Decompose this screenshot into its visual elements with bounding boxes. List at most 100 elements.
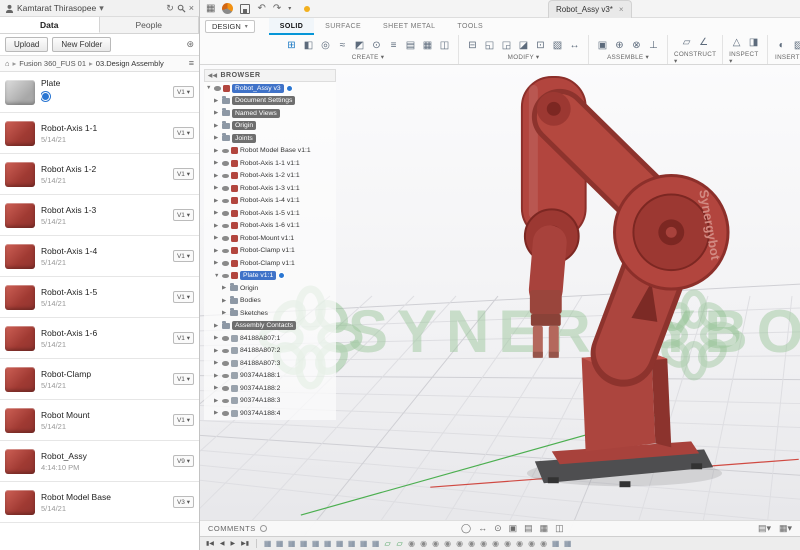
revolve-icon[interactable]: ◎ (318, 38, 333, 53)
apps-grid-icon[interactable]: ▦ (206, 4, 215, 14)
browser-row[interactable]: ▶Robot-Axis 1-6 v1:1 (204, 220, 336, 233)
shell-icon[interactable]: ◲ (499, 38, 514, 53)
timeline-skip-end-icon[interactable]: ▶▮ (239, 541, 251, 547)
tab-people[interactable]: People (100, 17, 200, 33)
timeline-component-icon[interactable]: ▦ (298, 538, 309, 549)
version-badge[interactable]: V3 ▾ (173, 496, 194, 508)
chevron-down-icon[interactable]: ▾ (99, 4, 104, 13)
version-badge[interactable]: V1 ▾ (173, 373, 194, 385)
timeline-component-icon[interactable]: ▦ (562, 538, 573, 549)
timeline-joint-icon[interactable]: ◉ (538, 538, 549, 549)
list-item[interactable]: Robot Mount5/14/21V1 ▾ (0, 400, 199, 441)
eye-icon[interactable] (214, 86, 221, 91)
version-badge[interactable]: V1 ▾ (173, 209, 194, 221)
timeline-component-icon[interactable]: ▦ (286, 538, 297, 549)
move-icon[interactable]: ↔ (567, 38, 582, 53)
ribbon-tab-solid[interactable]: SOLID (269, 18, 314, 35)
version-badge[interactable]: V1 ▾ (173, 414, 194, 426)
measure-icon[interactable]: △ (729, 35, 744, 50)
close-panel-icon[interactable]: × (189, 4, 194, 13)
thread-icon[interactable]: ≡ (386, 38, 401, 53)
timeline-component-icon[interactable]: ▦ (346, 538, 357, 549)
timeline-component-icon[interactable]: ▦ (550, 538, 561, 549)
eye-icon[interactable] (222, 399, 229, 404)
eye-icon[interactable] (222, 186, 229, 191)
fusion-logo[interactable] (222, 3, 233, 14)
eye-icon[interactable] (222, 336, 229, 341)
redo-dropdown-icon[interactable]: ▾ (288, 6, 291, 12)
list-item[interactable]: Robot-Axis 1-55/14/21V1 ▾ (0, 277, 199, 318)
workspace-dropdown[interactable]: DESIGN ▾ (205, 20, 255, 33)
browser-row[interactable]: ▼Plate v1:1 (204, 270, 336, 283)
as-built-joint-icon[interactable]: ⊗ (629, 38, 644, 53)
chevron-right-icon[interactable]: ▶ (214, 123, 220, 129)
browser-row[interactable]: ▶84188A807:1 (204, 332, 336, 345)
chevron-right-icon[interactable]: ▶ (222, 298, 228, 304)
chevron-down-icon[interactable]: ▼ (214, 273, 220, 279)
chevron-down-icon[interactable]: ▼ (206, 85, 212, 91)
breadcrumb-project[interactable]: Fusion 360_FUS 01 (19, 59, 86, 68)
plane-icon[interactable]: ▱ (679, 35, 694, 50)
display-icon[interactable]: ▤ (524, 524, 533, 533)
ribbon-group-label[interactable]: CREATE ▾ (352, 54, 384, 61)
browser-row[interactable]: ▶Assembly Contacts (204, 320, 336, 333)
browser-row-label[interactable]: 90374A188:1 (240, 372, 280, 379)
browser-row-label[interactable]: 90374A188:4 (240, 410, 280, 417)
timeline-component-icon[interactable]: ▦ (358, 538, 369, 549)
axis-icon[interactable]: ∠ (696, 35, 711, 50)
chevron-right-icon[interactable]: ▶ (214, 223, 220, 229)
version-badge[interactable]: V1 ▾ (173, 291, 194, 303)
browser-row[interactable]: ▶Document Settings (204, 95, 336, 108)
eye-icon[interactable] (222, 211, 229, 216)
eye-icon[interactable] (222, 161, 229, 166)
browser-row-label[interactable]: 90374A188:3 (240, 397, 280, 404)
browser-row-label[interactable]: Robot-Axis 1-1 v1:1 (240, 160, 300, 167)
chevron-right-icon[interactable]: ▶ (214, 135, 220, 141)
browser-row-label[interactable]: 90374A188:2 (240, 385, 280, 392)
eye-icon[interactable] (222, 374, 229, 379)
timeline-skip-start-icon[interactable]: ▮◀ (204, 541, 216, 547)
timeline-joint-icon[interactable]: ◉ (454, 538, 465, 549)
sweep-icon[interactable]: ≈ (335, 38, 350, 53)
version-badge[interactable]: V1 ▾ (173, 332, 194, 344)
ground-icon[interactable]: ⊥ (646, 38, 661, 53)
close-tab-icon[interactable]: × (619, 5, 624, 14)
browser-row[interactable]: ▶84188A807:2 (204, 345, 336, 358)
version-badge[interactable]: V1 ▾ (173, 86, 194, 98)
search-icon[interactable] (177, 4, 186, 13)
browser-row[interactable]: ▶ 90374A188:4 (204, 407, 336, 420)
browser-row-label[interactable]: Robot-Axis 1-4 v1:1 (240, 197, 300, 204)
timeline-joint-icon[interactable]: ◉ (442, 538, 453, 549)
pan-icon[interactable]: ↔ (478, 524, 487, 533)
save-icon[interactable] (240, 4, 250, 14)
eye-icon[interactable] (222, 199, 229, 204)
version-badge[interactable]: V1 ▾ (173, 127, 194, 139)
browser-row-label[interactable]: Sketches (240, 310, 268, 317)
browser-row[interactable]: ▶Robot-Axis 1-4 v1:1 (204, 195, 336, 208)
chevron-right-icon[interactable]: ▶ (214, 148, 220, 154)
browser-row[interactable]: ▶84188A807:3 (204, 357, 336, 370)
version-badge[interactable]: V1 ▾ (173, 168, 194, 180)
chevron-right-icon[interactable]: ▶ (214, 410, 220, 416)
gear-icon[interactable]: ⊛ (186, 40, 194, 49)
browser-row[interactable]: ▶Robot Model Base v1:1 (204, 145, 336, 158)
press-pull-icon[interactable]: ⊟ (465, 38, 480, 53)
mirror-icon[interactable]: ◫ (437, 38, 452, 53)
chevron-right-icon[interactable]: ▶ (214, 335, 220, 341)
timeline-component-icon[interactable]: ▦ (322, 538, 333, 549)
timeline-component-icon[interactable]: ▦ (334, 538, 345, 549)
list-item[interactable]: Robot Axis 1-35/14/21V1 ▾ (0, 195, 199, 236)
chevron-right-icon[interactable]: ▶ (222, 310, 228, 316)
breadcrumb-folder[interactable]: 03.Design Assembly (96, 59, 164, 68)
chevron-right-icon[interactable]: ▶ (214, 385, 220, 391)
browser-row[interactable]: ▶90374A188:3 (204, 395, 336, 408)
zoom-icon[interactable]: ⊙ (494, 524, 502, 533)
browser-row-label[interactable]: Robot_Assy v3 (232, 84, 284, 93)
browser-row-label[interactable]: Joints (232, 134, 256, 143)
timeline-joint-icon[interactable]: ◉ (466, 538, 477, 549)
list-item[interactable]: Robot Axis 1-25/14/21V1 ▾ (0, 154, 199, 195)
undo-icon[interactable]: ↶ (257, 4, 265, 14)
chevron-right-icon[interactable]: ▶ (214, 185, 220, 191)
extrude-icon[interactable]: ◧ (301, 38, 316, 53)
fit-icon[interactable]: ▣ (509, 524, 518, 533)
